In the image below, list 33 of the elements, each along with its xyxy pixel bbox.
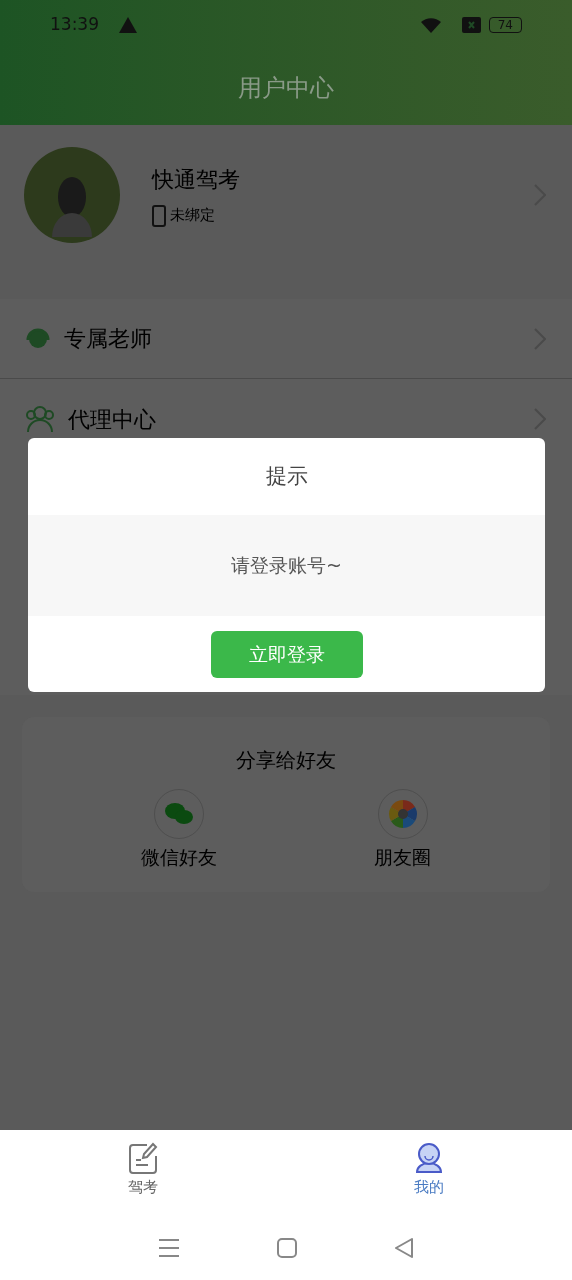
- people-icon: [24, 404, 56, 434]
- aperture-icon: [387, 799, 418, 829]
- dialog-title: 提示: [265, 462, 308, 490]
- note-pen-icon: [128, 1142, 158, 1174]
- sim-icon: [461, 17, 481, 33]
- dialog-message: 请登录账号~: [231, 553, 342, 579]
- tab[interactable]: 驾考: [0, 1130, 286, 1215]
- back-icon[interactable]: [393, 1237, 414, 1258]
- login-button[interactable]: 立即登录: [210, 630, 363, 678]
- person-icon: [414, 1142, 444, 1174]
- page-title: 用户中心: [238, 72, 334, 104]
- share-label: 微信好友: [140, 845, 217, 870]
- warning-icon: [119, 17, 137, 33]
- battery-indicator: 74: [488, 17, 522, 33]
- phone-icon: [152, 204, 166, 227]
- menu-label: 代理中心: [68, 405, 157, 434]
- phone-status: 未绑定: [170, 205, 215, 227]
- tab-label: 我的: [414, 1177, 444, 1198]
- user-name: 快通驾考: [152, 166, 241, 195]
- wifi-icon: [419, 16, 442, 34]
- share-option[interactable]: 朋友圈: [374, 789, 432, 872]
- share-label: 朋友圈: [374, 845, 432, 870]
- menu-label: 专属老师: [64, 325, 153, 353]
- tab[interactable]: 我的: [286, 1130, 572, 1215]
- status-time: 13:39: [50, 13, 99, 37]
- menu-item[interactable]: 专属老师: [0, 299, 572, 379]
- menu-icon[interactable]: [158, 1237, 181, 1258]
- profile-row[interactable]: 快通驾考 未绑定: [0, 125, 572, 265]
- tab-label: 驾考: [128, 1177, 158, 1198]
- menu-item[interactable]: 代理中心: [0, 379, 572, 459]
- home-icon[interactable]: [277, 1237, 297, 1258]
- share-title: 分享给好友: [236, 747, 336, 774]
- share-option[interactable]: 微信好友: [140, 789, 217, 872]
